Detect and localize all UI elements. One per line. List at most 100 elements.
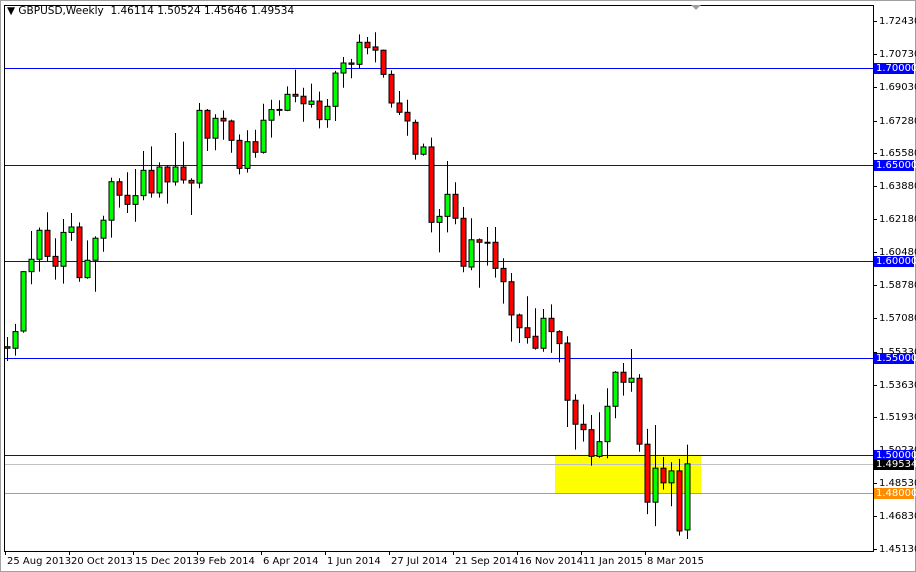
bear-candle xyxy=(532,335,539,349)
bull-candle xyxy=(612,371,619,407)
bull-candle xyxy=(436,215,443,223)
bear-candle xyxy=(524,327,531,339)
bear-candle xyxy=(452,193,459,219)
bear-candle xyxy=(348,62,355,65)
y-tick-label: 1.51930 xyxy=(879,411,916,423)
bull-candle xyxy=(268,109,275,121)
bull-candle xyxy=(156,166,163,194)
bear-candle xyxy=(228,120,235,141)
y-tick-label: 1.65580 xyxy=(879,147,916,159)
open-value: 1.46114 xyxy=(110,5,154,17)
bear-candle xyxy=(548,317,555,333)
bull-candle xyxy=(140,169,147,197)
x-tick-label: 1 Jun 2014 xyxy=(327,556,381,567)
chart-window: ▼ GBPUSD,Weekly 1.46114 1.50524 1.45646 … xyxy=(0,0,916,572)
y-tick-label: 1.46830 xyxy=(879,510,916,522)
x-tick-label: 21 Sep 2014 xyxy=(455,556,519,567)
bear-candle xyxy=(404,111,411,122)
bear-candle xyxy=(636,377,643,445)
bull-candle xyxy=(356,41,363,65)
x-tick-label: 16 Nov 2014 xyxy=(519,556,584,567)
bull-candle xyxy=(628,377,635,383)
y-tick-label: 1.70730 xyxy=(879,48,916,60)
bear-candle xyxy=(644,443,651,503)
bear-candle xyxy=(388,73,395,104)
bear-candle xyxy=(124,194,131,205)
y-tick-label: 1.62180 xyxy=(879,213,916,225)
bear-candle xyxy=(300,95,307,105)
x-tick-label: 27 Jul 2014 xyxy=(391,556,448,567)
close-value: 1.49534 xyxy=(250,5,295,17)
y-tick-label: 1.72430 xyxy=(879,15,916,27)
bear-candle xyxy=(572,399,579,425)
bear-candle xyxy=(44,229,51,257)
bull-candle xyxy=(604,405,611,443)
x-tick-label: 20 Oct 2013 xyxy=(71,556,133,567)
y-tick-label: 1.63880 xyxy=(879,180,916,192)
bear-candle xyxy=(188,179,195,184)
bull-candle xyxy=(12,331,19,349)
bull-candle xyxy=(108,181,115,221)
bear-candle xyxy=(372,46,379,51)
price-badge-1.60000: 1.60000 xyxy=(874,256,916,267)
bear-candle xyxy=(252,141,259,153)
bear-candle xyxy=(516,314,523,329)
bear-candle xyxy=(620,371,627,383)
price-chart[interactable] xyxy=(1,1,915,571)
bear-candle xyxy=(316,100,323,121)
bear-candle xyxy=(476,239,483,243)
price-badge-1.65000: 1.65000 xyxy=(874,160,916,171)
bear-candle xyxy=(220,117,227,122)
plot-border xyxy=(4,5,874,552)
bull-candle xyxy=(340,62,347,74)
x-tick-label: 6 Apr 2014 xyxy=(263,556,319,567)
bull-candle xyxy=(28,258,35,273)
bear-candle xyxy=(660,467,667,484)
bull-candle xyxy=(92,237,99,261)
bull-candle xyxy=(332,72,339,107)
chart-title: ▼ GBPUSD,Weekly 1.46114 1.50524 1.45646 … xyxy=(7,5,294,17)
menu-triangle-icon[interactable]: ▼ xyxy=(7,5,15,17)
bear-candle xyxy=(396,102,403,113)
bull-candle xyxy=(212,117,219,139)
x-tick-label: 8 Mar 2015 xyxy=(647,556,705,567)
bear-candle xyxy=(236,139,243,169)
x-tick-label: 9 Feb 2014 xyxy=(199,556,255,567)
bear-candle xyxy=(52,255,59,267)
bull-candle xyxy=(68,226,75,233)
bull-candle xyxy=(260,119,267,153)
bear-candle xyxy=(580,423,587,431)
low-value: 1.45646 xyxy=(203,5,248,17)
bear-candle xyxy=(76,226,83,279)
bear-candle xyxy=(4,346,11,349)
bull-candle xyxy=(196,109,203,184)
bull-candle xyxy=(444,193,451,217)
bull-candle xyxy=(84,259,91,279)
bull-candle xyxy=(668,470,675,484)
bull-candle xyxy=(36,229,43,260)
bear-candle xyxy=(164,166,171,183)
y-tick-label: 1.45130 xyxy=(879,543,916,555)
bear-candle xyxy=(116,181,123,196)
bull-candle xyxy=(684,463,691,531)
y-tick-label: 1.57080 xyxy=(879,312,916,324)
bull-candle xyxy=(420,146,427,155)
bull-candle xyxy=(284,93,291,111)
bear-candle xyxy=(364,41,371,49)
high-value: 1.50524 xyxy=(157,5,201,17)
bear-candle xyxy=(508,281,515,316)
bear-candle xyxy=(412,121,419,155)
y-tick-label: 1.58780 xyxy=(879,279,916,291)
price-badge-1.55000: 1.55000 xyxy=(874,353,916,364)
bear-candle xyxy=(292,93,299,97)
bull-candle xyxy=(60,231,67,267)
bear-candle xyxy=(492,241,499,269)
bear-candle xyxy=(564,342,571,401)
x-tick-label: 11 Jan 2015 xyxy=(583,556,643,567)
symbol-label: GBPUSD,Weekly xyxy=(18,5,104,17)
bear-candle xyxy=(556,331,563,345)
y-tick-label: 1.69030 xyxy=(879,81,916,93)
bull-candle xyxy=(308,100,315,105)
x-tick-label: 15 Dec 2013 xyxy=(135,556,199,567)
bear-candle xyxy=(500,267,507,283)
